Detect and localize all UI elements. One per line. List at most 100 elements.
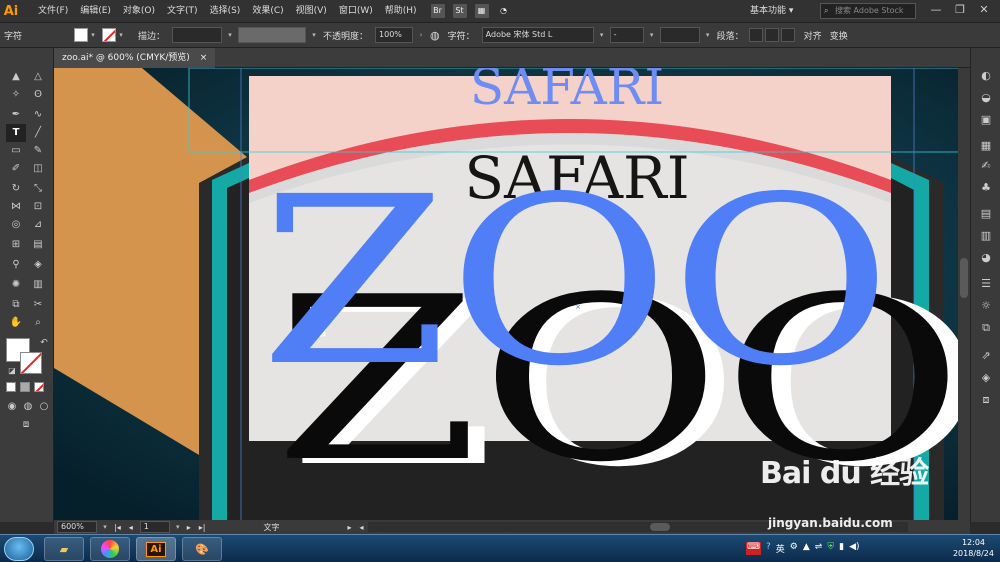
draw-inside-icon[interactable]: ○ (34, 398, 54, 416)
font-family-field[interactable]: Adobe 宋体 Std L (481, 27, 594, 43)
selection-tool-icon[interactable]: ▲ (6, 68, 26, 86)
volume-icon[interactable]: ◀) (849, 542, 859, 555)
minimize-button[interactable]: — (924, 0, 948, 20)
font-style-field[interactable]: - (609, 27, 644, 43)
chevron-down-icon[interactable]: ▾ (647, 31, 657, 39)
stroke-swatch[interactable] (102, 28, 116, 42)
symbol-sprayer-icon[interactable]: ✺ (6, 276, 26, 294)
bridge-button[interactable]: Br (430, 4, 445, 18)
font-size-field[interactable] (659, 27, 700, 43)
next-artboard-button[interactable]: ▸ (183, 523, 195, 532)
stock-button[interactable]: St (452, 4, 467, 18)
width-tool-icon[interactable]: ⋈ (6, 198, 26, 216)
artboards-icon[interactable]: ⧈ (978, 392, 994, 408)
chevron-down-icon[interactable]: ▾ (703, 31, 713, 39)
horizontal-scroll-thumb[interactable] (649, 523, 670, 531)
chevron-down-icon[interactable]: ▾ (309, 31, 319, 39)
recolor-icon[interactable]: ◍ (426, 29, 444, 42)
fill-swatch[interactable] (74, 28, 88, 42)
perspective-grid-icon[interactable]: ⊿ (28, 216, 48, 234)
none-mode-icon[interactable] (34, 382, 44, 392)
eraser-icon[interactable]: ◫ (28, 160, 48, 178)
scroll-left-button[interactable]: ◂ (355, 523, 367, 532)
scale-tool-icon[interactable]: ⤡ (28, 180, 48, 198)
chevron-down-icon[interactable]: ▾ (225, 31, 235, 39)
symbols-icon[interactable]: ♣ (978, 180, 994, 196)
status-menu-button[interactable]: ▸ (343, 523, 355, 532)
help-icon[interactable]: ? (766, 542, 771, 555)
stroke-weight-field[interactable] (172, 27, 223, 43)
zoom-tool-icon[interactable]: ⌕ (28, 314, 48, 332)
transform-panel-icon[interactable]: ⧉ (978, 320, 994, 336)
default-colors-icon[interactable]: ◪ (2, 362, 22, 380)
workspace-switcher[interactable]: 基本功能 ▾ (750, 0, 793, 22)
gradient-tool-icon[interactable]: ▤ (28, 236, 48, 254)
menu-view[interactable]: 视图(V) (290, 0, 333, 22)
illustrator-taskbar-button[interactable]: Ai (136, 537, 176, 561)
start-button[interactable] (4, 537, 34, 561)
close-button[interactable]: ✕ (972, 0, 996, 20)
transform-link[interactable]: 变换 (826, 29, 852, 42)
align-center-button[interactable] (764, 28, 779, 42)
tray-arrow-icon[interactable]: ▲ (803, 542, 810, 555)
align-right-button[interactable] (780, 28, 795, 42)
paint-icon[interactable]: 🎨 (182, 537, 222, 561)
chevron-down-icon[interactable]: ▾ (88, 31, 98, 39)
color-mode-icon[interactable] (6, 382, 16, 392)
browser-icon[interactable] (90, 537, 130, 561)
usb-icon[interactable]: ⇌ (815, 542, 823, 555)
appearance-icon[interactable]: ▥ (978, 228, 994, 244)
align-link[interactable]: 对齐 (800, 29, 826, 42)
arrange-documents-icon[interactable]: ▦ (474, 4, 489, 18)
vertical-scroll-thumb[interactable] (960, 258, 968, 298)
gradient-mode-icon[interactable] (20, 382, 30, 392)
stroke-color-swatch[interactable] (20, 352, 42, 374)
mesh-tool-icon[interactable]: ⊞ (6, 236, 26, 254)
export-panel-icon[interactable]: ⇗ (978, 348, 994, 364)
stroke-panel-icon[interactable]: ☰ (978, 276, 994, 292)
gradient-panel-icon[interactable]: ☼ (978, 298, 994, 314)
variable-width-field[interactable] (238, 27, 307, 43)
prev-artboard-button[interactable]: ◂ (125, 523, 137, 532)
gpu-performance-icon[interactable]: ◔ (497, 4, 511, 18)
free-transform-icon[interactable]: ⊡ (28, 198, 48, 216)
shaper-tool-icon[interactable]: ✐ (6, 160, 26, 178)
libraries-icon[interactable]: ▣ (978, 112, 994, 128)
security-icon[interactable]: ⛨ (827, 542, 834, 555)
lasso-icon[interactable]: ʘ (28, 86, 48, 104)
slice-tool-icon[interactable]: ✂ (28, 296, 48, 314)
network-icon[interactable]: ▮ (839, 542, 844, 555)
direct-selection-tool-icon[interactable]: △ (28, 68, 48, 86)
screen-mode-icon[interactable]: ⧈ (16, 416, 36, 434)
magic-wand-icon[interactable]: ✧ (6, 86, 26, 104)
file-explorer-icon[interactable]: ▰ (44, 537, 84, 561)
menu-object[interactable]: 对象(O) (117, 0, 161, 22)
close-tab-icon[interactable]: × (200, 48, 208, 68)
chevron-down-icon[interactable]: ▾ (100, 523, 110, 531)
chevron-down-icon[interactable]: ▾ (116, 31, 126, 39)
menu-file[interactable]: 文件(F) (32, 0, 74, 22)
swatches-icon[interactable]: ▦ (978, 138, 994, 154)
document-tab[interactable]: zoo.ai* @ 600% (CMYK/预览) × (54, 48, 216, 68)
last-artboard-button[interactable]: ▸| (195, 523, 210, 532)
menu-help[interactable]: 帮助(H) (379, 0, 423, 22)
menu-select[interactable]: 选择(S) (204, 0, 247, 22)
opacity-field[interactable]: 100% (375, 27, 414, 43)
paintbrush-icon[interactable]: ✎ (28, 142, 48, 160)
transparency-icon[interactable]: ◕ (978, 250, 994, 266)
rectangle-tool-icon[interactable]: ▭ (6, 142, 26, 160)
artboard-number-field[interactable]: 1 (139, 521, 170, 533)
swap-colors-icon[interactable]: ↶ (34, 334, 54, 352)
layers-icon[interactable]: ◈ (978, 370, 994, 386)
menu-effect[interactable]: 效果(C) (246, 0, 289, 22)
color-guide-icon[interactable]: ◒ (978, 90, 994, 106)
align-left-button[interactable] (748, 28, 763, 42)
hand-tool-icon[interactable]: ✋ (6, 314, 26, 332)
menu-type[interactable]: 文字(T) (161, 0, 204, 22)
graphic-styles-icon[interactable]: ▤ (978, 206, 994, 222)
line-tool-icon[interactable]: ╱ (28, 124, 48, 142)
chevron-down-icon[interactable]: ▾ (173, 523, 183, 531)
zoom-field[interactable]: 600% (57, 521, 97, 533)
graph-tool-icon[interactable]: ▥ (28, 276, 48, 294)
curvature-tool-icon[interactable]: ∿ (28, 106, 48, 124)
